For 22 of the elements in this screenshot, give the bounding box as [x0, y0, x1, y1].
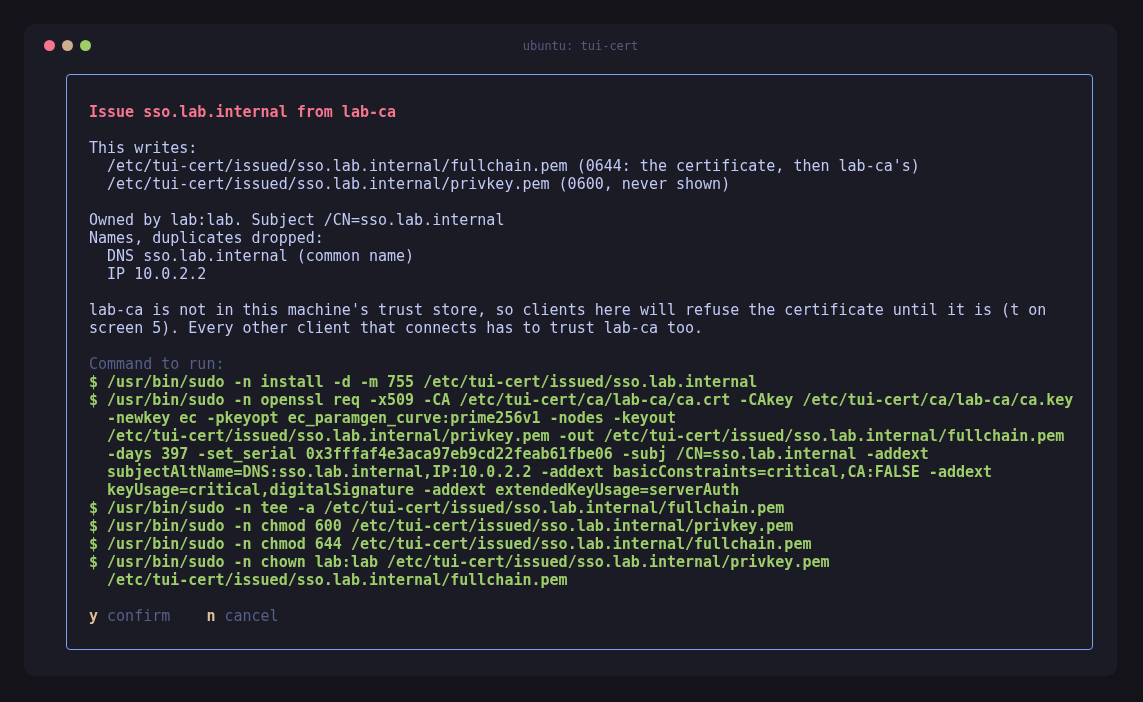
- name-entry-text: IP 10.0.2.2: [106, 265, 208, 283]
- command-text: $ /usr/bin/sudo -n openssl req -x509 -CA /etc/tui-cert/ca/lab-ca/ca.crt -CAkey /etc/tui-cert/ca/lab-ca/ca.key -newkey ec -pkeyopt ec_paramgen_curve:prime256v1 -nodes -keyout /etc/tui-cert/issued/sso.lab.internal/privkey.pem -out /etc/tui-cert/issued/sso.lab.internal/fullchain.pem -days 397 -set_serial 0x3fffaf4e3aca97eb9cd22feab61fbe06 -subj /CN=sso.lab.internal -addext subjectAltName=DNS:sso.lab.internal,IP:10.0.2.2 -addext basicConstraints=critical,CA:FALSE -addext keyUsage=critical,digitalSignature -addext extendedKeyUsage=serverAuth: [89, 391, 1074, 499]
- window-dot-icon[interactable]: [80, 40, 91, 51]
- section-heading: Names, duplicates dropped:: [89, 229, 325, 247]
- subject-text: Owned by lab:lab. Subject /CN=sso.lab.internal: [89, 211, 506, 229]
- name-entry-text: DNS sso.lab.internal (common name): [106, 247, 416, 265]
- window-dot-icon[interactable]: [62, 40, 73, 51]
- shortcut-hint: n cancel: [206, 607, 279, 625]
- command-text: $ /usr/bin/sudo -n tee -a /etc/tui-cert/issued/sso.lab.internal/fullchain.pem: [89, 499, 786, 517]
- command-text: $ /usr/bin/sudo -n chmod 644 /etc/tui-cert/issued/sso.lab.internal/fullchain.pem: [89, 535, 813, 553]
- section-heading: This writes:: [89, 139, 199, 157]
- command-text: $ /usr/bin/sudo -n chown lab:lab /etc/tui-cert/issued/sso.lab.internal/privkey.pem /etc/tui-cert/issued/sso.lab.internal/fullchain.pem: [89, 553, 831, 589]
- command-text: $ /usr/bin/sudo -n install -d -m 755 /etc/tui-cert/issued/sso.lab.internal: [89, 373, 759, 391]
- window-title: ubuntu: tui-cert: [522, 38, 639, 53]
- file-path-text: /etc/tui-cert/issued/sso.lab.internal/fullchain.pem (0644: the certificate, then lab-ca's): [106, 157, 921, 175]
- command-text: $ /usr/bin/sudo -n chmod 600 /etc/tui-cert/issued/sso.lab.internal/privkey.pem: [89, 517, 795, 535]
- trust-note-text: lab-ca is not in this machine's trust store, so clients here will refuse the certificate until it is (t on screen 5). Every other client that connects has to trust lab-ca too.: [89, 301, 1048, 337]
- shortcut-hint: y confirm: [89, 607, 171, 625]
- section-heading: Command to run:: [89, 355, 226, 373]
- dialog-title: Issue sso.lab.internal from lab-ca: [89, 103, 398, 121]
- file-path-text: /etc/tui-cert/issued/sso.lab.internal/privkey.pem (0600, never shown): [106, 175, 732, 193]
- window-dot-icon[interactable]: [44, 40, 55, 51]
